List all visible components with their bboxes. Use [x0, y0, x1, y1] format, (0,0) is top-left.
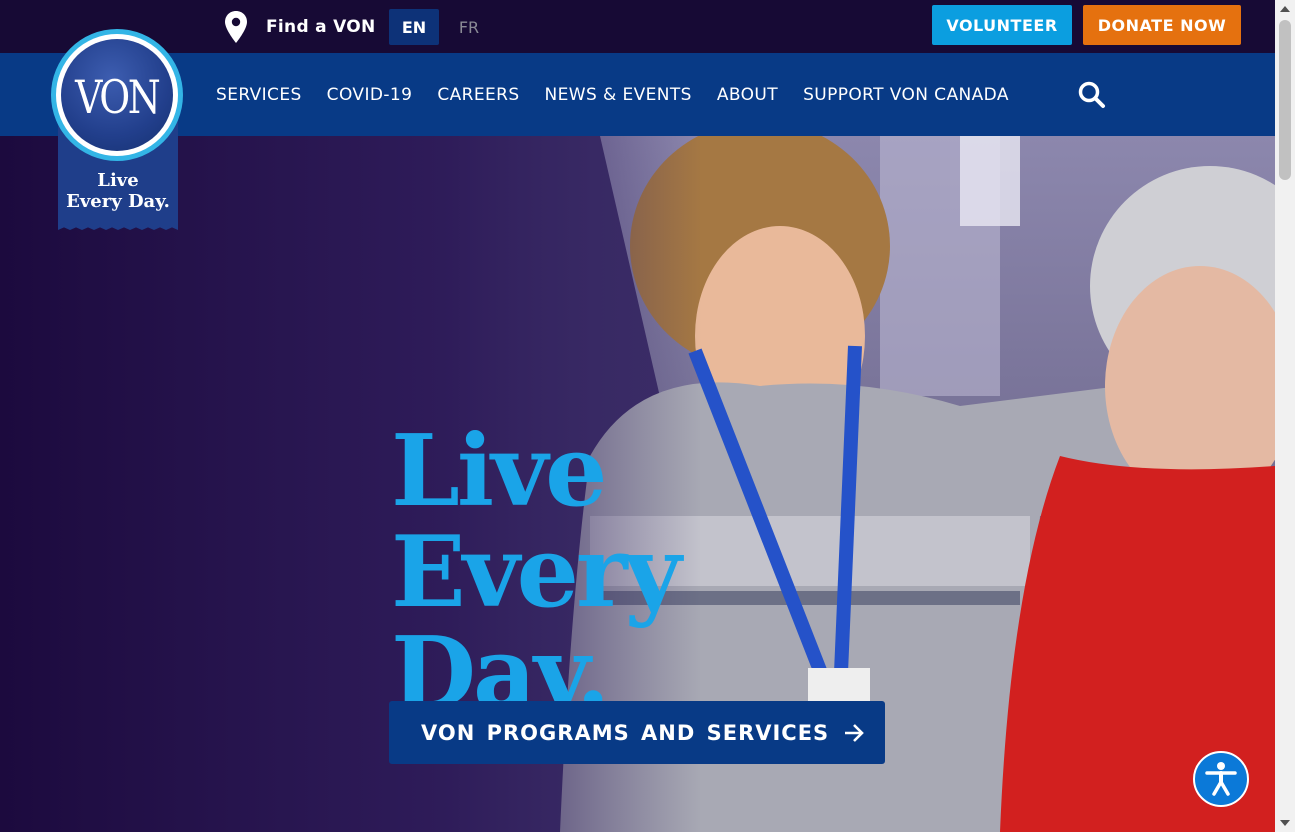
programs-and-services-label: VON PROGRAMS AND SERVICES: [421, 720, 830, 745]
hero-headline-line-2: Every: [391, 515, 682, 630]
scrollbar-thumb[interactable]: [1279, 20, 1291, 180]
main-navigation: SERVICES COVID-19 CAREERS NEWS & EVENTS …: [0, 53, 1275, 136]
nav-item-news-events[interactable]: NEWS & EVENTS: [545, 85, 692, 105]
nav-item-about[interactable]: ABOUT: [717, 85, 778, 105]
nav-item-support-von-canada[interactable]: SUPPORT VON CANADA: [803, 85, 1009, 105]
logo-badge-center: VON: [61, 39, 173, 151]
nav-menu: SERVICES COVID-19 CAREERS NEWS & EVENTS …: [216, 53, 1034, 136]
scroll-down-arrow-icon[interactable]: [1275, 814, 1295, 832]
page-scrollbar[interactable]: [1275, 0, 1295, 832]
map-pin-icon: [225, 11, 247, 43]
page: Find a VON EN FR VOLUNTEER DONATE NOW SE…: [0, 0, 1295, 832]
logo-tagline-line-2: Every Day.: [66, 191, 170, 212]
scroll-up-arrow-icon[interactable]: [1275, 0, 1295, 18]
accessibility-button[interactable]: [1193, 751, 1249, 807]
donate-now-button[interactable]: DONATE NOW: [1083, 5, 1241, 45]
nav-item-careers[interactable]: CAREERS: [437, 85, 519, 105]
search-icon: [1078, 81, 1105, 108]
search-button[interactable]: [1077, 80, 1107, 110]
logo-tagline: Live Every Day.: [58, 170, 178, 212]
arrow-right-icon: [845, 724, 864, 742]
volunteer-button[interactable]: VOLUNTEER: [932, 5, 1072, 45]
hero-headline: Live Every Day.: [391, 421, 721, 724]
utility-bar: Find a VON EN FR VOLUNTEER DONATE NOW: [0, 0, 1275, 53]
hero-headline-line-1: Live: [391, 414, 607, 529]
find-a-von-label: Find a VON: [266, 17, 376, 37]
accessibility-icon: [1205, 762, 1237, 796]
find-a-von-link[interactable]: Find a VON: [224, 10, 376, 44]
logo-tagline-line-1: Live: [97, 170, 139, 191]
language-en-button[interactable]: EN: [389, 9, 439, 45]
language-fr-button[interactable]: FR: [444, 9, 494, 45]
programs-and-services-button[interactable]: VON PROGRAMS AND SERVICES: [389, 701, 885, 764]
logo-text: VON: [75, 70, 161, 124]
nav-item-services[interactable]: SERVICES: [216, 85, 302, 105]
nav-item-covid-19[interactable]: COVID-19: [327, 85, 413, 105]
